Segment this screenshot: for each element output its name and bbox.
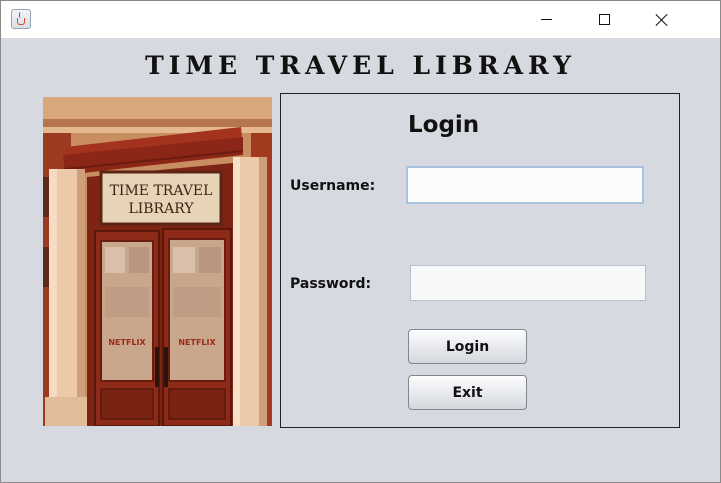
maximize-icon	[598, 14, 610, 25]
minimize-button[interactable]	[517, 1, 575, 38]
library-door-illustration: TIME TRAVEL LIBRARY NETFLIX NETFLIX	[43, 97, 272, 426]
exit-button[interactable]: Exit	[408, 375, 527, 410]
username-field[interactable]	[406, 166, 644, 204]
close-button[interactable]	[633, 1, 691, 38]
login-button[interactable]: Login	[408, 329, 527, 364]
java-cup-icon[interactable]	[11, 9, 31, 29]
door-text-left: NETFLIX	[108, 338, 146, 347]
sign-text-line2: LIBRARY	[128, 201, 194, 217]
close-icon	[655, 13, 669, 27]
app-window: TIME TRAVEL LIBRARY TIME TRAVEL LIBRARY …	[0, 0, 721, 483]
door-text-right: NETFLIX	[178, 338, 216, 347]
sign-text-line1: TIME TRAVEL	[110, 183, 213, 199]
login-panel: Login Username: Password: Login Exit	[280, 93, 680, 428]
password-field[interactable]	[410, 265, 646, 301]
login-title: Login	[408, 112, 480, 138]
app-title: TIME TRAVEL LIBRARY	[145, 51, 576, 80]
title-bar	[1, 1, 720, 38]
minimize-icon	[540, 19, 552, 20]
maximize-button[interactable]	[575, 1, 633, 38]
username-label: Username:	[290, 178, 376, 194]
library-door-photo: TIME TRAVEL LIBRARY NETFLIX NETFLIX	[43, 97, 272, 426]
password-label: Password:	[290, 276, 372, 292]
